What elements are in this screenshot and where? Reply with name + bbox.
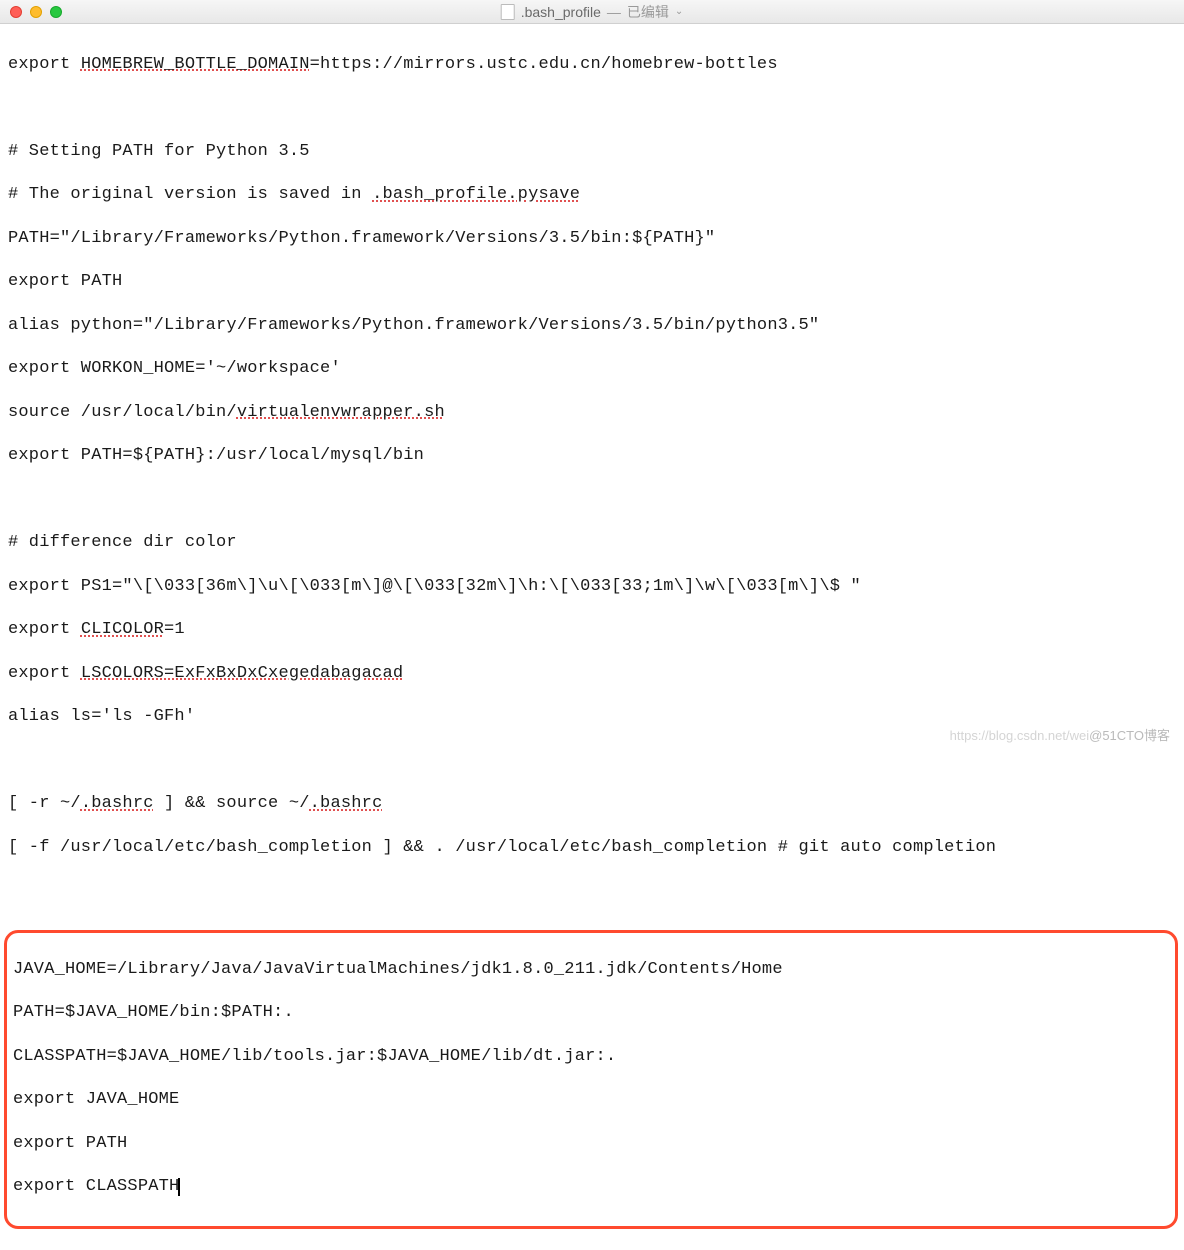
code-line: export HOMEBREW_BOTTLE_DOMAIN=https://mi… [8, 54, 1176, 76]
text-cursor [178, 1178, 180, 1196]
code-line: alias python="/Library/Frameworks/Python… [8, 315, 1176, 337]
code-line [8, 880, 1176, 902]
chevron-down-icon[interactable]: ⌄ [675, 6, 683, 17]
code-line: source /usr/local/bin/virtualenvwrapper.… [8, 402, 1176, 424]
code-line: export PATH [13, 1133, 1173, 1155]
close-icon[interactable] [10, 6, 22, 18]
code-line: export CLICOLOR=1 [8, 619, 1176, 641]
traffic-lights [0, 6, 62, 18]
code-line [8, 750, 1176, 772]
code-line: export PATH=${PATH}:/usr/local/mysql/bin [8, 445, 1176, 467]
code-line: export LSCOLORS=ExFxBxDxCxegedabagacad [8, 663, 1176, 685]
document-icon [501, 4, 515, 20]
zoom-icon[interactable] [50, 6, 62, 18]
code-line: export PS1="\[\033[36m\]\u\[\033[m\]@\[\… [8, 576, 1176, 598]
code-line: # The original version is saved in .bash… [8, 184, 1176, 206]
window-titlebar: .bash_profile — 已编辑 ⌄ [0, 0, 1184, 24]
code-line: # difference dir color [8, 532, 1176, 554]
code-line: [ -f /usr/local/etc/bash_completion ] &&… [8, 837, 1176, 859]
code-line: export JAVA_HOME [13, 1089, 1173, 1111]
code-line: export PATH [8, 271, 1176, 293]
title-filename: .bash_profile [521, 4, 601, 20]
text-editor[interactable]: export HOMEBREW_BOTTLE_DOMAIN=https://mi… [0, 24, 1184, 1250]
title-status: 已编辑 [627, 2, 669, 22]
highlight-box: JAVA_HOME=/Library/Java/JavaVirtualMachi… [4, 930, 1178, 1229]
watermark: https://blog.csdn.net/wei@51CTO博客 [950, 725, 1170, 744]
code-line [8, 489, 1176, 511]
code-line [8, 97, 1176, 119]
code-line: # Setting PATH for Python 3.5 [8, 141, 1176, 163]
code-line: export WORKON_HOME='~/workspace' [8, 358, 1176, 380]
code-line: export CLASSPATH [13, 1176, 1173, 1198]
minimize-icon[interactable] [30, 6, 42, 18]
code-line: PATH=$JAVA_HOME/bin:$PATH:. [13, 1002, 1173, 1024]
window-title: .bash_profile — 已编辑 ⌄ [501, 2, 684, 22]
code-line: PATH="/Library/Frameworks/Python.framewo… [8, 228, 1176, 250]
code-line: CLASSPATH=$JAVA_HOME/lib/tools.jar:$JAVA… [13, 1046, 1173, 1068]
code-line: JAVA_HOME=/Library/Java/JavaVirtualMachi… [13, 959, 1173, 981]
code-line: [ -r ~/.bashrc ] && source ~/.bashrc [8, 793, 1176, 815]
title-separator: — [607, 4, 621, 20]
